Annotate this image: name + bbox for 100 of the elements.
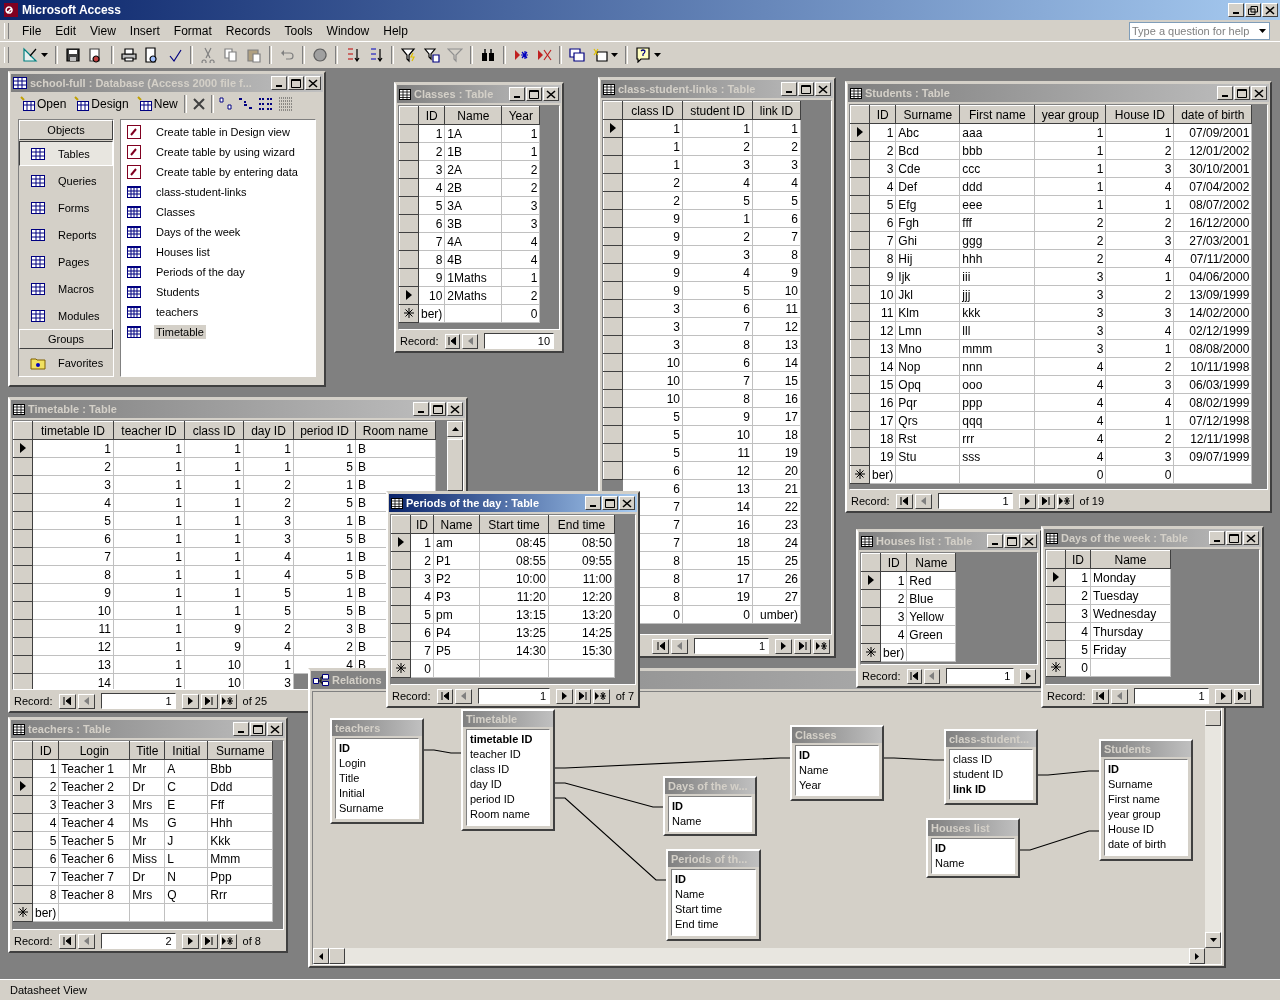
field-name[interactable]: Surname (1108, 777, 1184, 792)
list-item[interactable]: Days of the week (121, 222, 315, 242)
column-header[interactable]: teacher ID (113, 421, 185, 440)
list-item[interactable]: Create table by entering data (121, 162, 315, 182)
menu-item[interactable]: Insert (122, 23, 167, 38)
field-list[interactable]: teachers ID Login Title Initial Surname (330, 718, 424, 824)
column-header[interactable]: Login (58, 741, 130, 760)
field-name[interactable]: period ID (470, 792, 546, 807)
field-name[interactable]: First name (1108, 792, 1184, 807)
column-header[interactable]: class ID (184, 421, 244, 440)
menu-item[interactable]: Edit (48, 23, 84, 38)
field-name[interactable]: Name (672, 814, 748, 829)
object-type-item[interactable]: Reports (19, 222, 113, 247)
field-name[interactable]: ID (799, 748, 875, 763)
field-name[interactable]: class ID (953, 752, 1029, 767)
record-number-field[interactable]: 2 (100, 933, 176, 949)
column-header[interactable]: period ID (293, 421, 356, 440)
object-type-item[interactable]: Modules (19, 303, 113, 328)
column-header[interactable]: First name (959, 105, 1035, 124)
field-list[interactable]: class-student... class ID student ID link ID (944, 729, 1038, 805)
field-name[interactable]: year group (1108, 807, 1184, 822)
column-header[interactable]: Year (501, 106, 540, 125)
list-item[interactable]: Create table in Design view (121, 122, 315, 142)
field-name[interactable]: Initial (339, 786, 415, 801)
field-name[interactable]: ID (935, 841, 1011, 856)
column-header[interactable]: ID (880, 553, 907, 572)
record-number-field[interactable]: 1 (100, 693, 176, 709)
field-name[interactable]: ID (675, 872, 752, 887)
field-list[interactable]: Timetable timetable ID teacher ID class ID day ID period ID Room name (461, 709, 555, 831)
field-name[interactable]: Surname (339, 801, 415, 816)
column-header[interactable]: End time (548, 515, 615, 534)
record-number-field[interactable]: 1 (1133, 688, 1209, 704)
column-header[interactable]: Initial (164, 741, 208, 760)
list-item[interactable]: Students (121, 282, 315, 302)
record-number-field[interactable]: 1 (694, 638, 769, 654)
list-item[interactable]: class-student-links (121, 182, 315, 202)
column-header[interactable]: ID (410, 515, 434, 534)
column-header[interactable]: class ID (622, 101, 683, 120)
field-name[interactable]: House ID (1108, 822, 1184, 837)
group-item[interactable]: Favorites (19, 350, 113, 375)
field-name[interactable]: Room name (470, 807, 546, 822)
column-header[interactable]: Surname (207, 741, 273, 760)
record-number-field[interactable]: 1 (945, 668, 1015, 684)
column-header[interactable]: Room name (355, 421, 436, 440)
column-header[interactable]: Name (1090, 550, 1171, 569)
column-header[interactable]: ID (418, 106, 445, 125)
field-name[interactable]: day ID (470, 777, 546, 792)
field-name[interactable]: End time (675, 917, 752, 932)
object-type-item[interactable]: Queries (19, 168, 113, 193)
toolbar-button[interactable]: Design (72, 96, 131, 112)
field-name[interactable]: link ID (953, 782, 1029, 797)
toolbar-button[interactable]: New (134, 96, 180, 112)
column-header[interactable]: Surname (895, 105, 960, 124)
help-search-field[interactable]: Type a question for help (1129, 21, 1270, 40)
column-header[interactable]: timetable ID (32, 421, 114, 440)
field-list[interactable]: Classes ID Name Year (790, 725, 884, 801)
menu-item[interactable]: Window (319, 23, 377, 38)
column-header[interactable]: date of birth (1173, 105, 1252, 124)
column-header[interactable]: student ID (682, 101, 753, 120)
list-item[interactable]: teachers (121, 302, 315, 322)
list-item[interactable]: Houses list (121, 242, 315, 262)
groups-header[interactable]: Groups (19, 329, 113, 349)
column-header[interactable]: ID (1065, 550, 1091, 569)
field-name[interactable]: Year (799, 778, 875, 793)
menu-item[interactable]: Records (218, 23, 278, 38)
record-number-field[interactable]: 1 (937, 493, 1013, 509)
column-header[interactable]: ID (869, 105, 896, 124)
record-number-field[interactable]: 1 (477, 688, 551, 704)
menu-item[interactable]: File (15, 23, 49, 38)
field-name[interactable]: class ID (470, 762, 546, 777)
list-item[interactable]: Classes (121, 202, 315, 222)
field-name[interactable]: Title (339, 771, 415, 786)
field-name[interactable]: Name (675, 887, 752, 902)
object-type-item[interactable]: Tables (19, 141, 113, 166)
menu-item[interactable]: Format (166, 23, 219, 38)
field-name[interactable]: teacher ID (470, 747, 546, 762)
column-header[interactable]: Name (433, 515, 480, 534)
field-list[interactable]: Students ID Surname First name year group House ID date of birth (1099, 739, 1193, 861)
field-name[interactable]: ID (1108, 762, 1184, 777)
list-item[interactable]: Create table by using wizard (121, 142, 315, 162)
column-header[interactable]: Name (444, 106, 502, 125)
column-header[interactable]: ID (32, 741, 59, 760)
field-name[interactable]: ID (672, 799, 748, 814)
object-type-item[interactable]: Macros (19, 276, 113, 301)
field-name[interactable]: Name (935, 856, 1011, 871)
column-header[interactable]: day ID (243, 421, 294, 440)
field-name[interactable]: Login (339, 756, 415, 771)
record-number-field[interactable]: 10 (484, 333, 554, 349)
object-type-item[interactable]: Pages (19, 249, 113, 274)
field-name[interactable]: timetable ID (470, 732, 546, 747)
column-header[interactable]: Title (129, 741, 165, 760)
field-name[interactable]: Name (799, 763, 875, 778)
column-header[interactable]: Start time (479, 515, 549, 534)
toolbar-button[interactable]: Open (18, 96, 69, 112)
objects-header[interactable]: Objects (19, 120, 113, 140)
field-name[interactable]: student ID (953, 767, 1029, 782)
menu-item[interactable]: Tools (277, 23, 320, 38)
column-header[interactable]: link ID (752, 101, 801, 120)
column-header[interactable]: House ID (1105, 105, 1174, 124)
column-header[interactable]: year group (1034, 105, 1106, 124)
